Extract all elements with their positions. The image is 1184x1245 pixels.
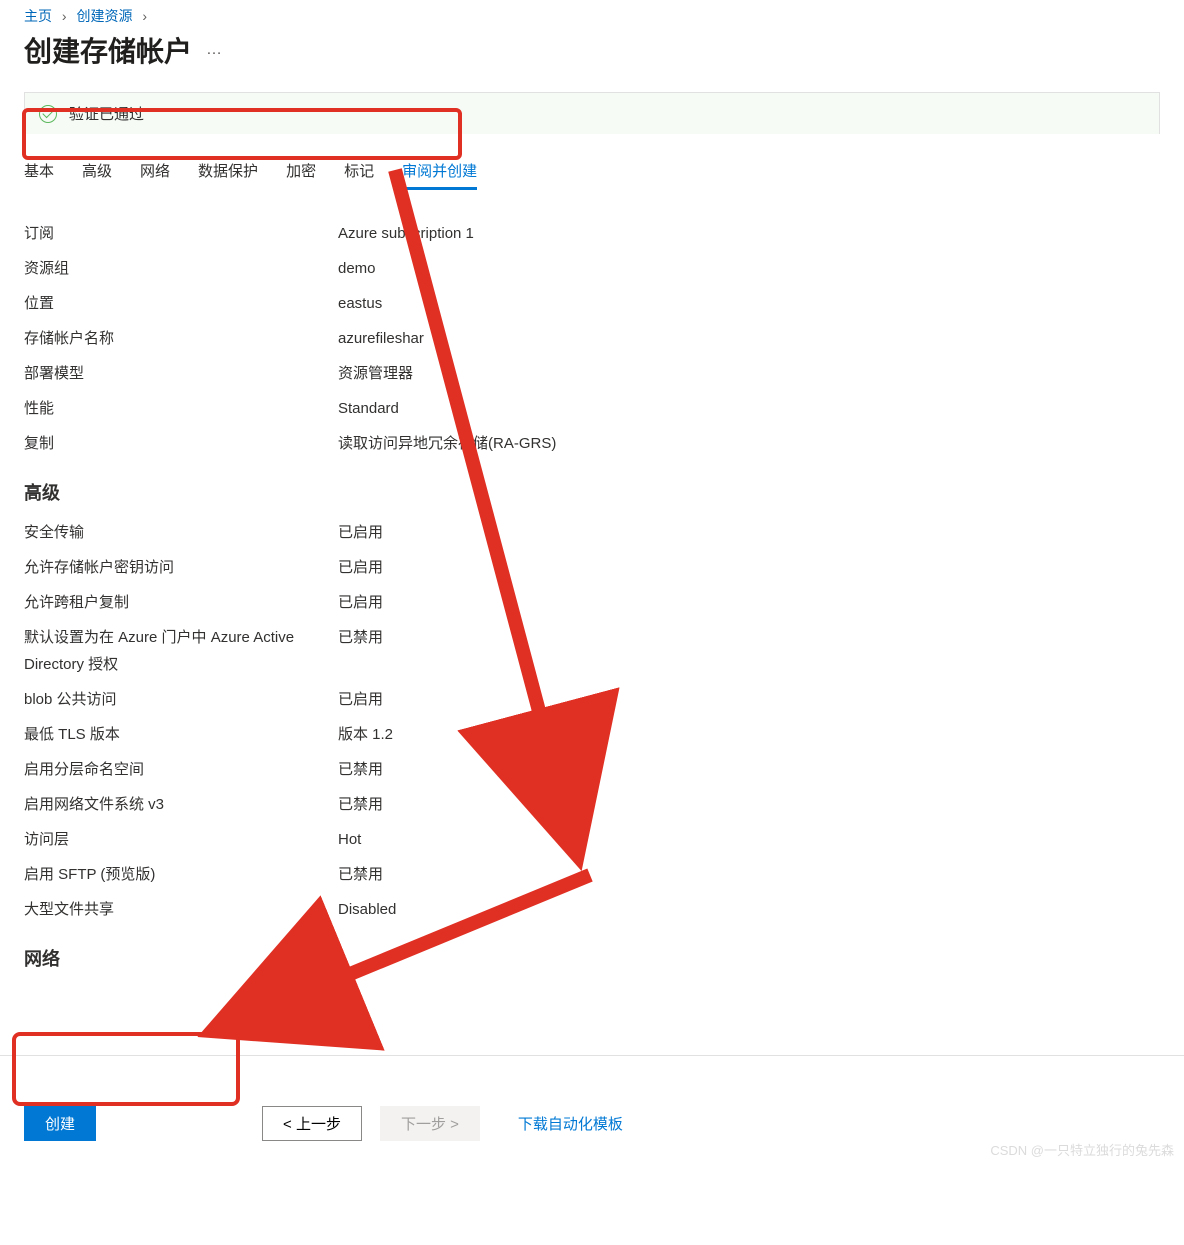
section-network-title: 网络 (24, 945, 1160, 971)
label-location: 位置 (24, 290, 338, 317)
row-resource-group: 资源组 demo (24, 255, 1160, 282)
next-button[interactable]: 下一步 > (380, 1106, 480, 1141)
label-hns: 启用分层命名空间 (24, 756, 338, 783)
label-subscription: 订阅 (24, 220, 338, 247)
tab-network[interactable]: 网络 (140, 160, 170, 190)
tab-advanced[interactable]: 高级 (82, 160, 112, 190)
value-resource-group: demo (338, 255, 376, 282)
row-nfs: 启用网络文件系统 v3 已禁用 (24, 791, 1160, 818)
more-menu[interactable]: … (206, 41, 224, 59)
tab-basic[interactable]: 基本 (24, 160, 54, 190)
value-large-fs: Disabled (338, 896, 396, 923)
label-min-tls: 最低 TLS 版本 (24, 721, 338, 748)
tab-data-protection[interactable]: 数据保护 (198, 160, 258, 190)
label-blob-public: blob 公共访问 (24, 686, 338, 713)
breadcrumb-create-resource[interactable]: 创建资源 (76, 8, 132, 24)
row-hns: 启用分层命名空间 已禁用 (24, 756, 1160, 783)
label-secure-transfer: 安全传输 (24, 519, 338, 546)
value-min-tls: 版本 1.2 (338, 721, 393, 748)
previous-button[interactable]: < 上一步 (262, 1106, 362, 1141)
breadcrumb-home[interactable]: 主页 (24, 8, 52, 24)
breadcrumb-sep: › (62, 8, 67, 24)
label-nfs: 启用网络文件系统 v3 (24, 791, 338, 818)
value-deploy-model: 资源管理器 (338, 360, 413, 387)
value-storage-name: azurefileshar (338, 325, 424, 352)
tab-review-create[interactable]: 审阅并创建 (402, 160, 477, 190)
row-sftp: 启用 SFTP (预览版) 已禁用 (24, 861, 1160, 888)
page-title: 创建存储帐户 (24, 30, 192, 70)
value-aad-default: 已禁用 (338, 624, 383, 678)
row-blob-public: blob 公共访问 已启用 (24, 686, 1160, 713)
row-key-access: 允许存储帐户密钥访问 已启用 (24, 554, 1160, 581)
value-location: eastus (338, 290, 382, 317)
row-storage-name: 存储帐户名称 azurefileshar (24, 325, 1160, 352)
tab-encryption[interactable]: 加密 (286, 160, 316, 190)
section-advanced-title: 高级 (24, 479, 1160, 505)
validation-text: 验证已通过 (69, 103, 144, 124)
row-aad-default: 默认设置为在 Azure 门户中 Azure Active Directory … (24, 624, 1160, 678)
watermark: CSDN @一只特立独行的兔先森 (990, 1140, 1174, 1159)
label-key-access: 允许存储帐户密钥访问 (24, 554, 338, 581)
value-hns: 已禁用 (338, 756, 383, 783)
value-access-tier: Hot (338, 826, 361, 853)
value-sftp: 已禁用 (338, 861, 383, 888)
create-button[interactable]: 创建 (24, 1106, 96, 1141)
value-nfs: 已禁用 (338, 791, 383, 818)
label-replication: 复制 (24, 430, 338, 457)
label-large-fs: 大型文件共享 (24, 896, 338, 923)
row-replication: 复制 读取访问异地冗余存储(RA-GRS) (24, 430, 1160, 457)
download-template-link[interactable]: 下载自动化模板 (518, 1113, 623, 1134)
row-large-fs: 大型文件共享 Disabled (24, 896, 1160, 923)
row-deploy-model: 部署模型 资源管理器 (24, 360, 1160, 387)
label-performance: 性能 (24, 395, 338, 422)
tabs: 基本 高级 网络 数据保护 加密 标记 审阅并创建 (24, 160, 1160, 190)
row-cross-tenant: 允许跨租户复制 已启用 (24, 589, 1160, 616)
label-sftp: 启用 SFTP (预览版) (24, 861, 338, 888)
value-performance: Standard (338, 395, 399, 422)
value-key-access: 已启用 (338, 554, 383, 581)
label-resource-group: 资源组 (24, 255, 338, 282)
tab-tags[interactable]: 标记 (344, 160, 374, 190)
label-aad-default: 默认设置为在 Azure 门户中 Azure Active Directory … (24, 624, 338, 678)
value-blob-public: 已启用 (338, 686, 383, 713)
value-cross-tenant: 已启用 (338, 589, 383, 616)
value-replication: 读取访问异地冗余存储(RA-GRS) (338, 430, 556, 457)
row-location: 位置 eastus (24, 290, 1160, 317)
label-storage-name: 存储帐户名称 (24, 325, 338, 352)
label-deploy-model: 部署模型 (24, 360, 338, 387)
value-subscription: Azure subscription 1 (338, 220, 474, 247)
breadcrumb: 主页 › 创建资源 › (24, 0, 1160, 26)
row-min-tls: 最低 TLS 版本 版本 1.2 (24, 721, 1160, 748)
breadcrumb-sep: › (142, 8, 147, 24)
value-secure-transfer: 已启用 (338, 519, 383, 546)
label-access-tier: 访问层 (24, 826, 338, 853)
row-performance: 性能 Standard (24, 395, 1160, 422)
validation-status: 验证已通过 (24, 92, 1160, 134)
label-cross-tenant: 允许跨租户复制 (24, 589, 338, 616)
row-subscription: 订阅 Azure subscription 1 (24, 220, 1160, 247)
check-icon (39, 105, 57, 123)
row-access-tier: 访问层 Hot (24, 826, 1160, 853)
row-secure-transfer: 安全传输 已启用 (24, 519, 1160, 546)
